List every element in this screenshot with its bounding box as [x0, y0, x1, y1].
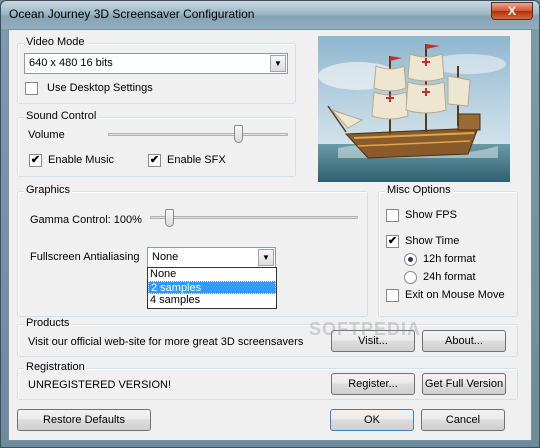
show-fps-checkbox[interactable] [386, 209, 399, 222]
dropdown-option-4-samples[interactable]: 4 samples [148, 294, 276, 307]
dropdown-option-2-samples[interactable]: 2 samples [148, 281, 276, 294]
video-mode-group: Video Mode 640 x 480 16 bits ▼ Use Deskt… [17, 36, 296, 104]
antialiasing-label: Fullscreen Antialiasing [30, 251, 140, 263]
registration-label: Registration [24, 361, 87, 373]
12h-format-label: 12h format [423, 253, 476, 265]
products-label: Products [24, 317, 72, 329]
chevron-down-icon[interactable]: ▼ [258, 249, 274, 266]
about-button[interactable]: About... [422, 330, 506, 352]
sound-control-group: Sound Control Volume ✔ Enable Music ✔ En… [17, 110, 296, 177]
dialog-body: Video Mode 640 x 480 16 bits ▼ Use Deskt… [8, 29, 532, 441]
exit-on-mouse-move-label: Exit on Mouse Move [405, 289, 505, 301]
gamma-slider-track[interactable] [150, 216, 358, 219]
video-mode-label: Video Mode [24, 36, 87, 48]
show-fps-label: Show FPS [405, 209, 457, 221]
show-time-checkbox[interactable]: ✔ [386, 235, 399, 248]
close-button[interactable]: X [491, 2, 533, 20]
graphics-label: Graphics [24, 184, 73, 196]
use-desktop-checkbox[interactable] [25, 82, 38, 95]
cancel-button[interactable]: Cancel [421, 409, 505, 431]
enable-sfx-label: Enable SFX [167, 154, 226, 166]
video-mode-value: 640 x 480 16 bits [29, 57, 113, 69]
video-mode-select[interactable]: 640 x 480 16 bits ▼ [24, 53, 288, 74]
config-window: Ocean Journey 3D Screensaver Configurati… [0, 0, 540, 448]
title-bar[interactable]: Ocean Journey 3D Screensaver Configurati… [1, 1, 539, 29]
softpedia-watermark: SOFTPEDIA [309, 319, 422, 339]
enable-music-checkbox[interactable]: ✔ [29, 154, 42, 167]
get-full-version-button[interactable]: Get Full Version [422, 373, 506, 395]
restore-defaults-button[interactable]: Restore Defaults [17, 409, 151, 431]
register-button[interactable]: Register... [331, 373, 415, 395]
window-title: Ocean Journey 3D Screensaver Configurati… [9, 7, 255, 21]
antialiasing-dropdown-list[interactable]: None 2 samples 4 samples [147, 267, 277, 309]
volume-slider-track[interactable] [108, 133, 288, 136]
misc-options-group: Misc Options Show FPS ✔ Show Time 12h fo… [378, 184, 518, 317]
enable-music-label: Enable Music [48, 154, 115, 166]
sound-control-label: Sound Control [24, 110, 99, 122]
misc-options-label: Misc Options [385, 184, 453, 196]
antialiasing-value: None [152, 251, 179, 263]
24h-format-label: 24h format [423, 271, 476, 283]
show-time-label: Show Time [405, 235, 460, 247]
products-text: Visit our official web-site for more gre… [28, 336, 304, 348]
volume-label: Volume [28, 129, 65, 141]
galleon-preview-image [318, 36, 510, 182]
12h-format-radio[interactable] [404, 253, 417, 266]
products-group: Products Visit our official web-site for… [17, 317, 518, 357]
gamma-label: Gamma Control: 100% [30, 214, 142, 226]
chevron-down-icon[interactable]: ▼ [270, 55, 286, 72]
enable-sfx-checkbox[interactable]: ✔ [148, 154, 161, 167]
registration-status: UNREGISTERED VERSION! [28, 379, 172, 391]
volume-slider-thumb[interactable] [233, 125, 243, 143]
gamma-slider-thumb[interactable] [165, 209, 174, 227]
24h-format-radio[interactable] [404, 271, 417, 284]
dropdown-option-none[interactable]: None [148, 268, 276, 281]
ok-button[interactable]: OK [330, 409, 414, 431]
antialiasing-select[interactable]: None ▼ [147, 247, 276, 268]
use-desktop-label: Use Desktop Settings [47, 82, 153, 94]
exit-on-mouse-move-checkbox[interactable] [386, 289, 399, 302]
registration-group: Registration UNREGISTERED VERSION! Regis… [17, 361, 518, 400]
